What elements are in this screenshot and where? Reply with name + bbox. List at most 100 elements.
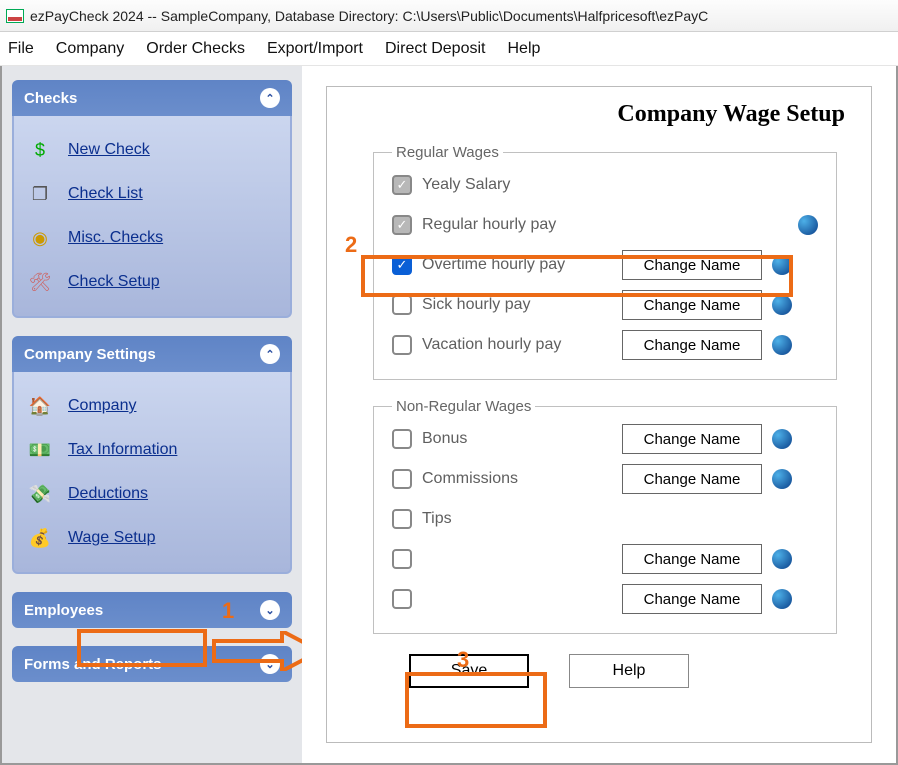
window-title: ezPayCheck 2024 -- SampleCompany, Databa… (30, 8, 708, 24)
help-icon[interactable] (772, 295, 792, 315)
checkbox-yearly-salary: ✓ (392, 175, 412, 195)
row-tips: Tips (392, 499, 818, 539)
menu-file[interactable]: File (8, 40, 34, 58)
label-bonus: Bonus (422, 430, 612, 448)
help-icon[interactable] (772, 429, 792, 449)
page-title: Company Wage Setup (349, 101, 845, 128)
change-name-vacation[interactable]: Change Name (622, 330, 762, 360)
panel-company-settings-header[interactable]: Company Settings ⌃ (12, 336, 292, 372)
row-bonus: Bonus Change Name (392, 419, 818, 459)
nav-tax-information-label: Tax Information (68, 441, 177, 459)
nav-company-label: Company (68, 397, 136, 415)
panel-company-settings: Company Settings ⌃ 🏠 Company 💵 Tax Infor… (12, 336, 292, 574)
cash-minus-icon: 💸 (28, 482, 52, 506)
checkbox-tips[interactable] (392, 509, 412, 529)
label-commissions: Commissions (422, 470, 612, 488)
panel-employees-header[interactable]: Employees ⌄ (12, 592, 292, 628)
row-custom-2: Change Name (392, 579, 818, 619)
change-name-commissions[interactable]: Change Name (622, 464, 762, 494)
cash-plus-icon: 💰 (28, 526, 52, 550)
annotation-number-3: 3 (457, 647, 469, 673)
menu-company[interactable]: Company (56, 40, 124, 58)
row-commissions: Commissions Change Name (392, 459, 818, 499)
window-titlebar: ezPayCheck 2024 -- SampleCompany, Databa… (0, 0, 898, 32)
annotation-number-1: 1 (222, 598, 234, 624)
change-name-bonus[interactable]: Change Name (622, 424, 762, 454)
content-area: Company Wage Setup Regular Wages ✓ Yealy… (302, 66, 896, 763)
label-tips: Tips (422, 510, 612, 528)
nav-wage-setup[interactable]: 💰 Wage Setup (22, 516, 282, 560)
nav-check-list[interactable]: ❐ Check List (22, 172, 282, 216)
panel-checks: Checks ⌃ $ New Check ❐ Check List ◉ Misc… (12, 80, 292, 318)
app-icon (6, 9, 24, 23)
help-icon[interactable] (772, 335, 792, 355)
menu-order-checks[interactable]: Order Checks (146, 40, 245, 58)
nav-tax-information[interactable]: 💵 Tax Information (22, 428, 282, 472)
menu-help[interactable]: Help (507, 40, 540, 58)
row-custom-1: Change Name (392, 539, 818, 579)
checkbox-sick-hourly[interactable] (392, 295, 412, 315)
help-icon[interactable] (772, 469, 792, 489)
nav-check-setup-label: Check Setup (68, 273, 160, 291)
checkbox-custom-1[interactable] (392, 549, 412, 569)
regular-wages-legend: Regular Wages (392, 144, 503, 161)
panel-checks-title: Checks (24, 90, 77, 107)
nav-misc-checks[interactable]: ◉ Misc. Checks (22, 216, 282, 260)
row-vacation-hourly: Vacation hourly pay Change Name (392, 325, 818, 365)
row-regular-hourly: ✓ Regular hourly pay (392, 205, 818, 245)
help-icon[interactable] (772, 589, 792, 609)
nav-company[interactable]: 🏠 Company (22, 384, 282, 428)
nav-deductions[interactable]: 💸 Deductions (22, 472, 282, 516)
panel-checks-header[interactable]: Checks ⌃ (12, 80, 292, 116)
change-name-custom-1[interactable]: Change Name (622, 544, 762, 574)
menu-export-import[interactable]: Export/Import (267, 40, 363, 58)
change-name-sick[interactable]: Change Name (622, 290, 762, 320)
collapse-up-icon: ⌃ (260, 88, 280, 108)
change-name-custom-2[interactable]: Change Name (622, 584, 762, 614)
help-icon[interactable] (772, 549, 792, 569)
help-icon[interactable] (772, 255, 792, 275)
label-overtime-hourly: Overtime hourly pay (422, 256, 612, 274)
row-sick-hourly: Sick hourly pay Change Name (392, 285, 818, 325)
stack-icon: ❐ (28, 182, 52, 206)
label-regular-hourly: Regular hourly pay (422, 216, 612, 234)
nav-check-list-label: Check List (68, 185, 143, 203)
help-icon[interactable] (798, 215, 818, 235)
row-overtime-hourly: ✓ Overtime hourly pay Change Name (392, 245, 818, 285)
dollar-icon: $ (28, 138, 52, 162)
nonregular-wages-legend: Non-Regular Wages (392, 398, 535, 415)
checkbox-vacation-hourly[interactable] (392, 335, 412, 355)
label-yearly-salary: Yealy Salary (422, 176, 612, 194)
panel-employees: Employees ⌄ (12, 592, 292, 628)
menubar: File Company Order Checks Export/Import … (0, 32, 898, 66)
house-icon: 🏠 (28, 394, 52, 418)
regular-wages-group: Regular Wages ✓ Yealy Salary ✓ Regular h… (373, 144, 837, 380)
nav-new-check-label: New Check (68, 141, 150, 159)
nav-misc-checks-label: Misc. Checks (68, 229, 163, 247)
change-name-overtime[interactable]: Change Name (622, 250, 762, 280)
panel-forms-reports-title: Forms and Reports (24, 656, 162, 673)
expand-down-icon: ⌄ (260, 600, 280, 620)
pin-icon: ◉ (28, 226, 52, 250)
wrench-icon: 🛠 (28, 270, 52, 294)
panel-employees-title: Employees (24, 602, 103, 619)
checkbox-bonus[interactable] (392, 429, 412, 449)
nav-wage-setup-label: Wage Setup (68, 529, 155, 547)
sidebar: Checks ⌃ $ New Check ❐ Check List ◉ Misc… (2, 66, 302, 763)
annotation-arrow (212, 631, 302, 671)
annotation-number-2: 2 (345, 232, 357, 258)
menu-direct-deposit[interactable]: Direct Deposit (385, 40, 485, 58)
panel-company-settings-title: Company Settings (24, 346, 156, 363)
nav-deductions-label: Deductions (68, 485, 148, 503)
nav-check-setup[interactable]: 🛠 Check Setup (22, 260, 282, 304)
label-vacation-hourly: Vacation hourly pay (422, 336, 612, 354)
checkbox-custom-2[interactable] (392, 589, 412, 609)
nav-new-check[interactable]: $ New Check (22, 128, 282, 172)
cash-icon: 💵 (28, 438, 52, 462)
checkbox-overtime-hourly[interactable]: ✓ (392, 255, 412, 275)
help-button[interactable]: Help (569, 654, 689, 688)
label-sick-hourly: Sick hourly pay (422, 296, 612, 314)
checkbox-regular-hourly: ✓ (392, 215, 412, 235)
checkbox-commissions[interactable] (392, 469, 412, 489)
nonregular-wages-group: Non-Regular Wages Bonus Change Name Comm… (373, 398, 837, 634)
